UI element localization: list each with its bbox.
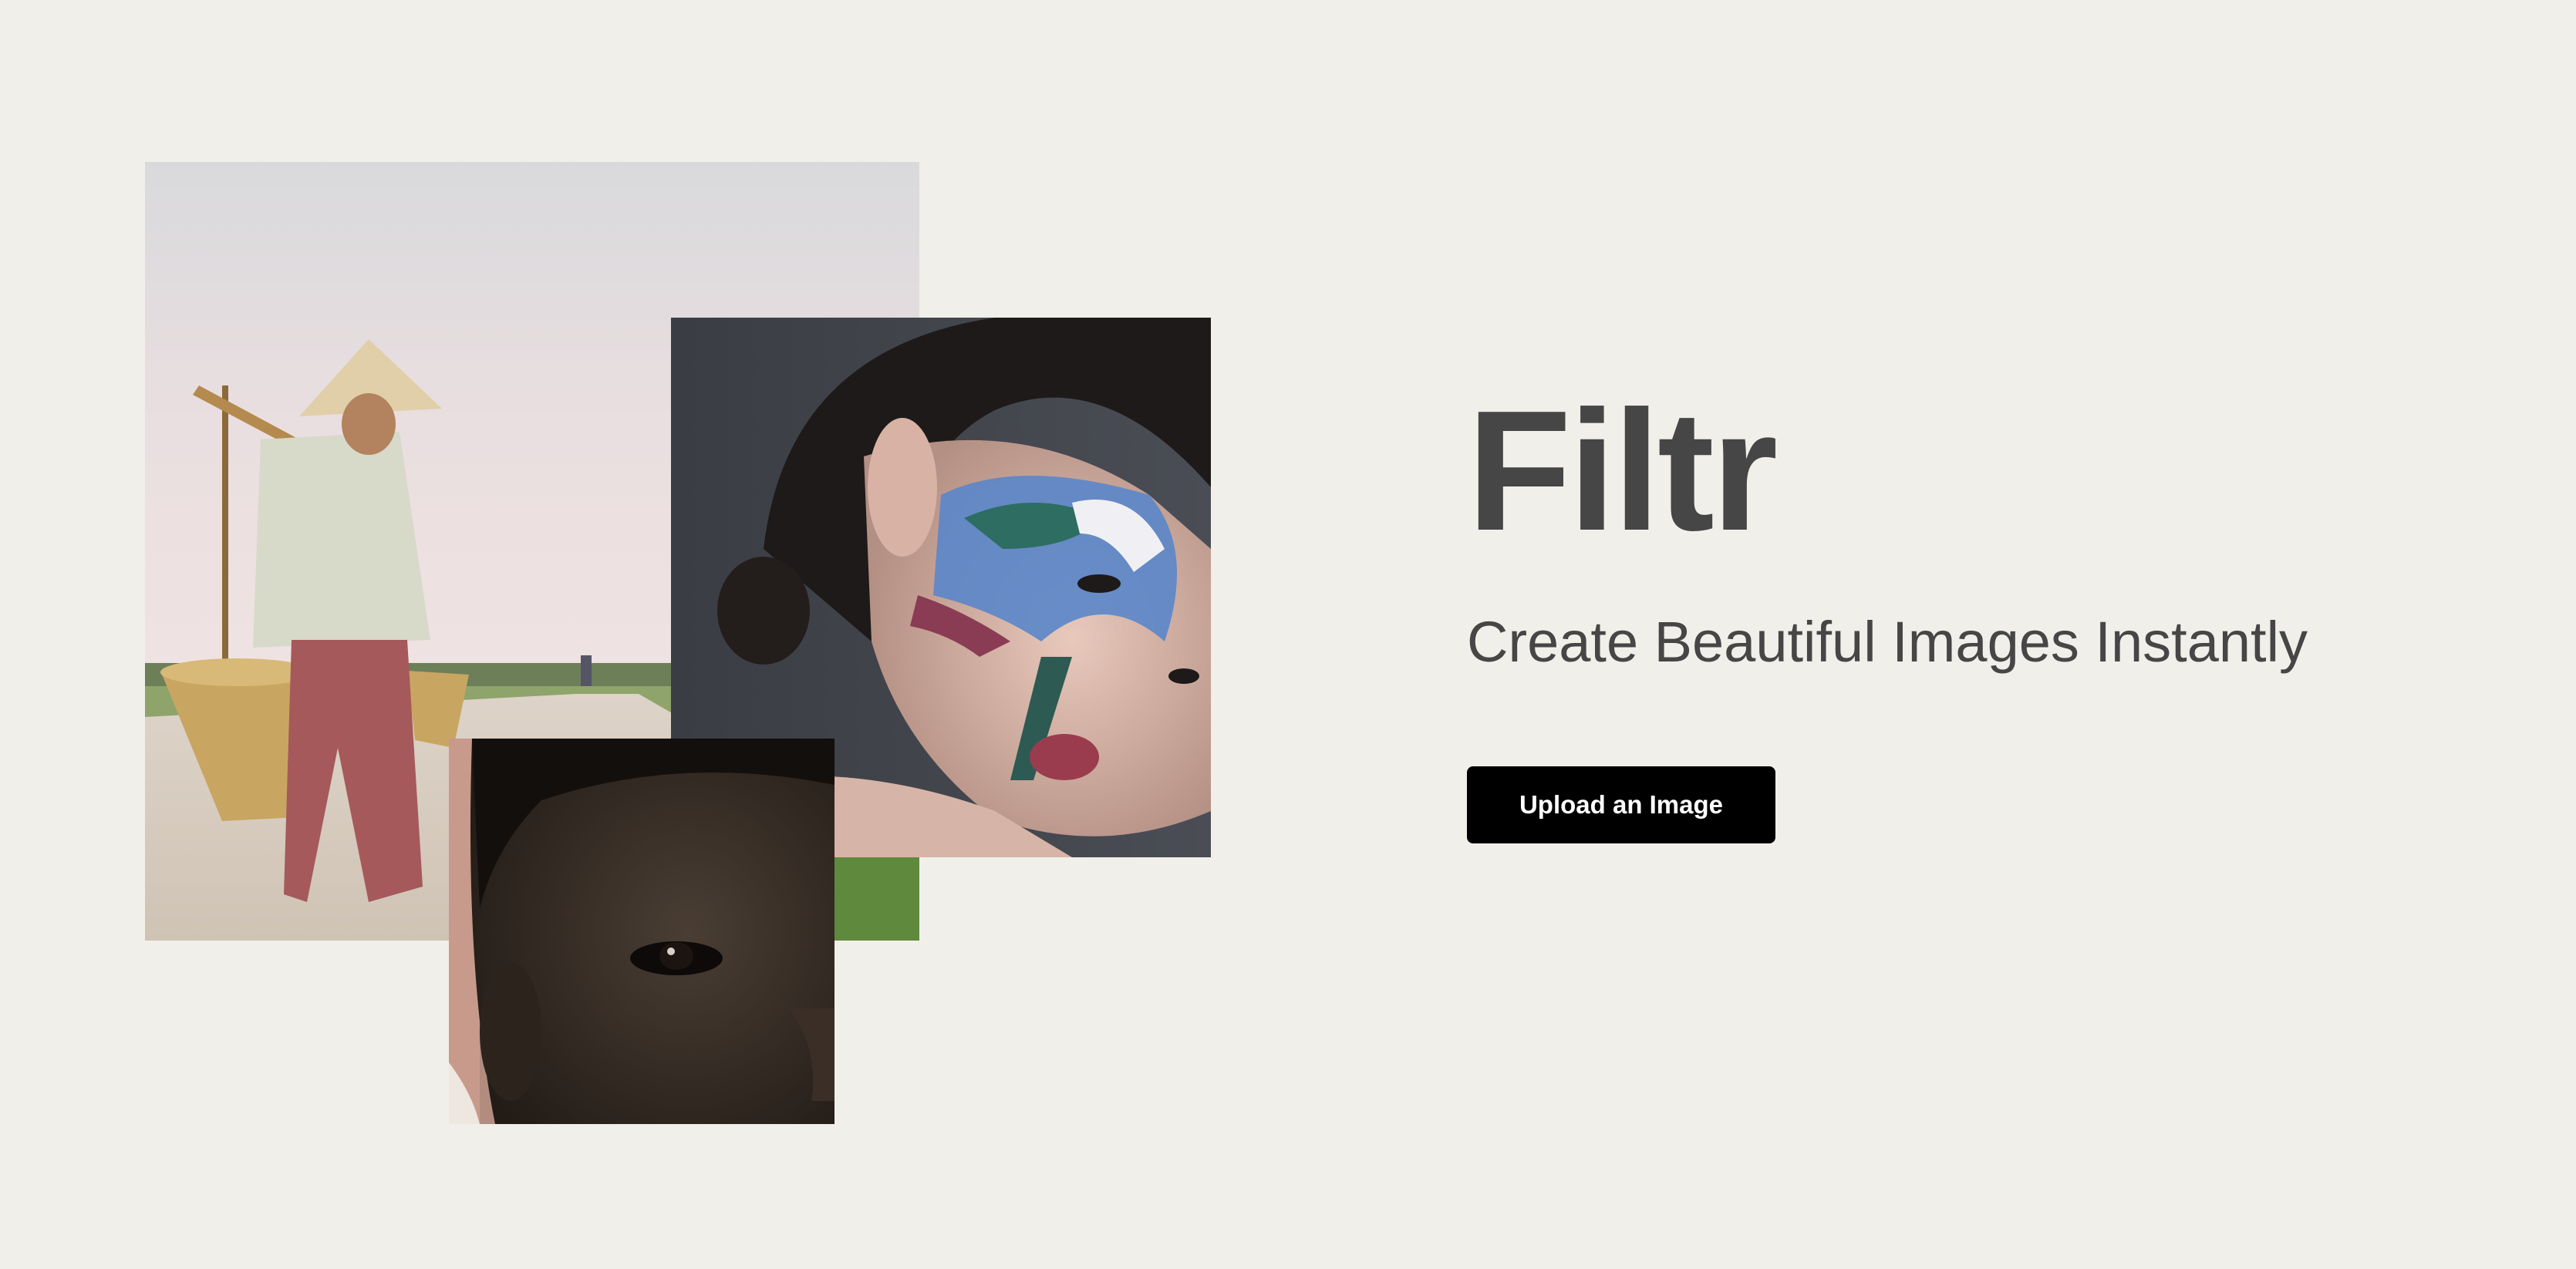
app-title: Filtr [1467,375,1778,567]
collage-photo-portrait [449,739,835,1124]
landing-page: Filtr Create Beautiful Images Instantly … [0,0,2576,1269]
portrait-image [449,739,835,1124]
tagline: Create Beautiful Images Instantly [1467,610,2308,674]
hero-section: Filtr Create Beautiful Images Instantly [1467,385,2470,673]
upload-image-button[interactable]: Upload an Image [1467,766,1775,843]
